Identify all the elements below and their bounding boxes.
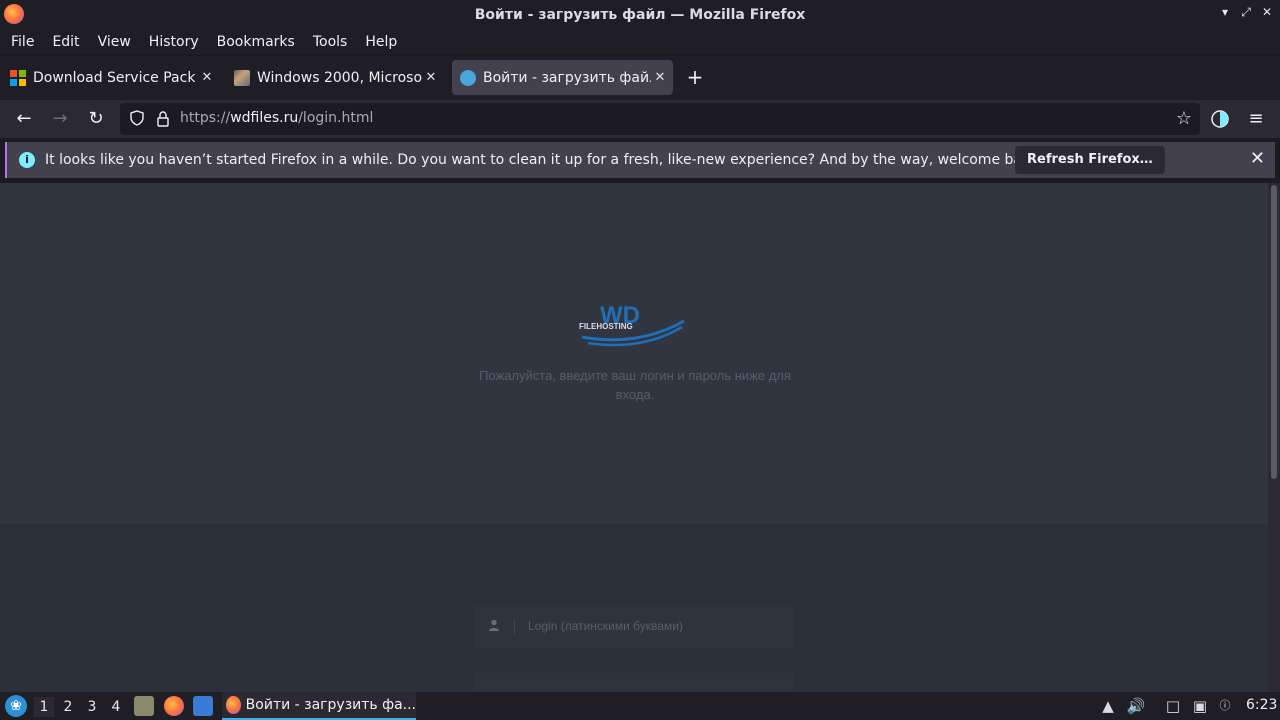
url-host: wdfiles.ru [230, 110, 299, 126]
wdfiles-favicon [460, 69, 476, 86]
menu-view[interactable]: View [89, 34, 140, 50]
lock-icon[interactable] [156, 110, 170, 128]
menu-file[interactable]: File [2, 34, 43, 50]
firefox-icon [4, 4, 24, 24]
hamburger-menu-icon[interactable]: ≡ [1243, 107, 1269, 131]
desktop-icon[interactable] [193, 696, 213, 716]
url-text: https://wdfiles.ru/login.html [180, 110, 373, 126]
bookmark-star-icon[interactable]: ☆ [1176, 108, 1192, 129]
menu-tools[interactable]: Tools [304, 34, 357, 50]
workspace-3[interactable]: 3 [82, 697, 102, 717]
tab-login[interactable]: Войти - загрузить файл ✕ [452, 60, 673, 95]
menu-bar: File Edit View History Bookmarks Tools H… [0, 29, 1280, 54]
minimize-icon[interactable]: ▾ [1216, 5, 1234, 19]
notes-icon[interactable]: □ [1163, 696, 1183, 716]
taskbar: ❀ 1 2 3 4 Войти - загрузить фа... ▲ 🔊 □ … [0, 692, 1280, 720]
password-field[interactable] [474, 673, 794, 692]
firefox-launcher-icon[interactable] [164, 696, 184, 716]
tab-label: Войти - загрузить файл [483, 69, 651, 86]
tab-label: Windows 2000, Microsoft [257, 69, 422, 86]
login-instructions: Пожалуйста, введите ваш логин и пароль н… [479, 368, 791, 402]
refresh-firefox-button[interactable]: Refresh Firefox… [1015, 146, 1165, 174]
login-placeholder: Login (латинскими буквами) [528, 619, 683, 633]
workspace-2[interactable]: 2 [58, 697, 78, 717]
tab-download-service-pack[interactable]: Download Service Pack 2 ✕ [2, 60, 220, 95]
tab-close-icon[interactable]: ✕ [422, 70, 440, 85]
firefox-account-icon[interactable] [1207, 107, 1233, 131]
tab-windows-2000[interactable]: Windows 2000, Microsoft ✕ [226, 60, 444, 95]
notification-text: It looks like you haven’t started Firefo… [45, 152, 1044, 168]
file-manager-icon[interactable] [134, 696, 154, 716]
start-menu-icon[interactable]: ❀ [5, 695, 27, 717]
menu-edit[interactable]: Edit [43, 34, 88, 50]
user-icon [488, 619, 502, 633]
workspace-1[interactable]: 1 [34, 697, 54, 717]
menu-bookmarks[interactable]: Bookmarks [208, 34, 304, 50]
volume-icon[interactable]: 🔊 [1126, 696, 1146, 716]
network-icon[interactable]: ▣ [1190, 696, 1210, 716]
clock: 6:23 [1246, 697, 1278, 713]
tab-close-icon[interactable]: ✕ [198, 70, 216, 85]
close-icon[interactable]: ✕ [1258, 5, 1276, 19]
logo-sub-text: FILEHOSTING [579, 322, 633, 331]
tracking-shield-icon[interactable] [128, 110, 146, 128]
tab-label: Download Service Pack 2 [33, 69, 198, 86]
refresh-notification-bar: i It looks like you haven’t started Fire… [5, 142, 1275, 178]
field-separator [514, 620, 515, 634]
tab-close-icon[interactable]: ✕ [651, 70, 669, 85]
update-notification-icon[interactable]: ⓘ [1215, 696, 1235, 716]
page-scrollbar[interactable] [1268, 183, 1280, 692]
workspace-4[interactable]: 4 [106, 697, 126, 717]
url-scheme: https:// [180, 110, 231, 126]
clipboard-icon[interactable]: ▲ [1098, 696, 1118, 716]
scrollbar-thumb[interactable] [1271, 185, 1277, 479]
navigation-toolbar: ← → ↻ https://wdfiles.ru/login.html ☆ ≡ [0, 100, 1280, 138]
menu-help[interactable]: Help [356, 34, 406, 50]
maximize-icon[interactable]: ⤢ [1237, 5, 1255, 20]
info-icon: i [19, 152, 35, 168]
microsoft-favicon [10, 69, 26, 86]
new-tab-button[interactable]: + [684, 63, 706, 91]
menu-history[interactable]: History [140, 34, 208, 50]
window-title: Войти - загрузить файл — Mozilla Firefox [474, 6, 806, 23]
page-content: WD FILEHOSTING Пожалуйста, введите ваш л… [0, 183, 1268, 692]
window-titlebar: Войти - загрузить файл — Mozilla Firefox… [0, 0, 1280, 29]
task-label: Войти - загрузить фа... [245, 697, 416, 713]
close-notification-icon[interactable]: ✕ [1250, 148, 1265, 169]
url-path: /login.html [298, 110, 374, 126]
firefox-icon [226, 696, 241, 714]
taskbar-firefox-window[interactable]: Войти - загрузить фа... [222, 692, 416, 720]
login-field[interactable]: Login (латинскими буквами) [474, 605, 794, 649]
reload-button[interactable]: ↻ [83, 107, 109, 131]
windows-favicon [234, 69, 250, 86]
forward-button[interactable]: → [47, 107, 73, 131]
url-bar[interactable]: https://wdfiles.ru/login.html ☆ [120, 103, 1200, 135]
back-button[interactable]: ← [11, 107, 37, 131]
tab-strip: Download Service Pack 2 ✕ Windows 2000, … [0, 56, 1280, 100]
wd-filehosting-logo: WD FILEHOSTING [578, 301, 688, 351]
